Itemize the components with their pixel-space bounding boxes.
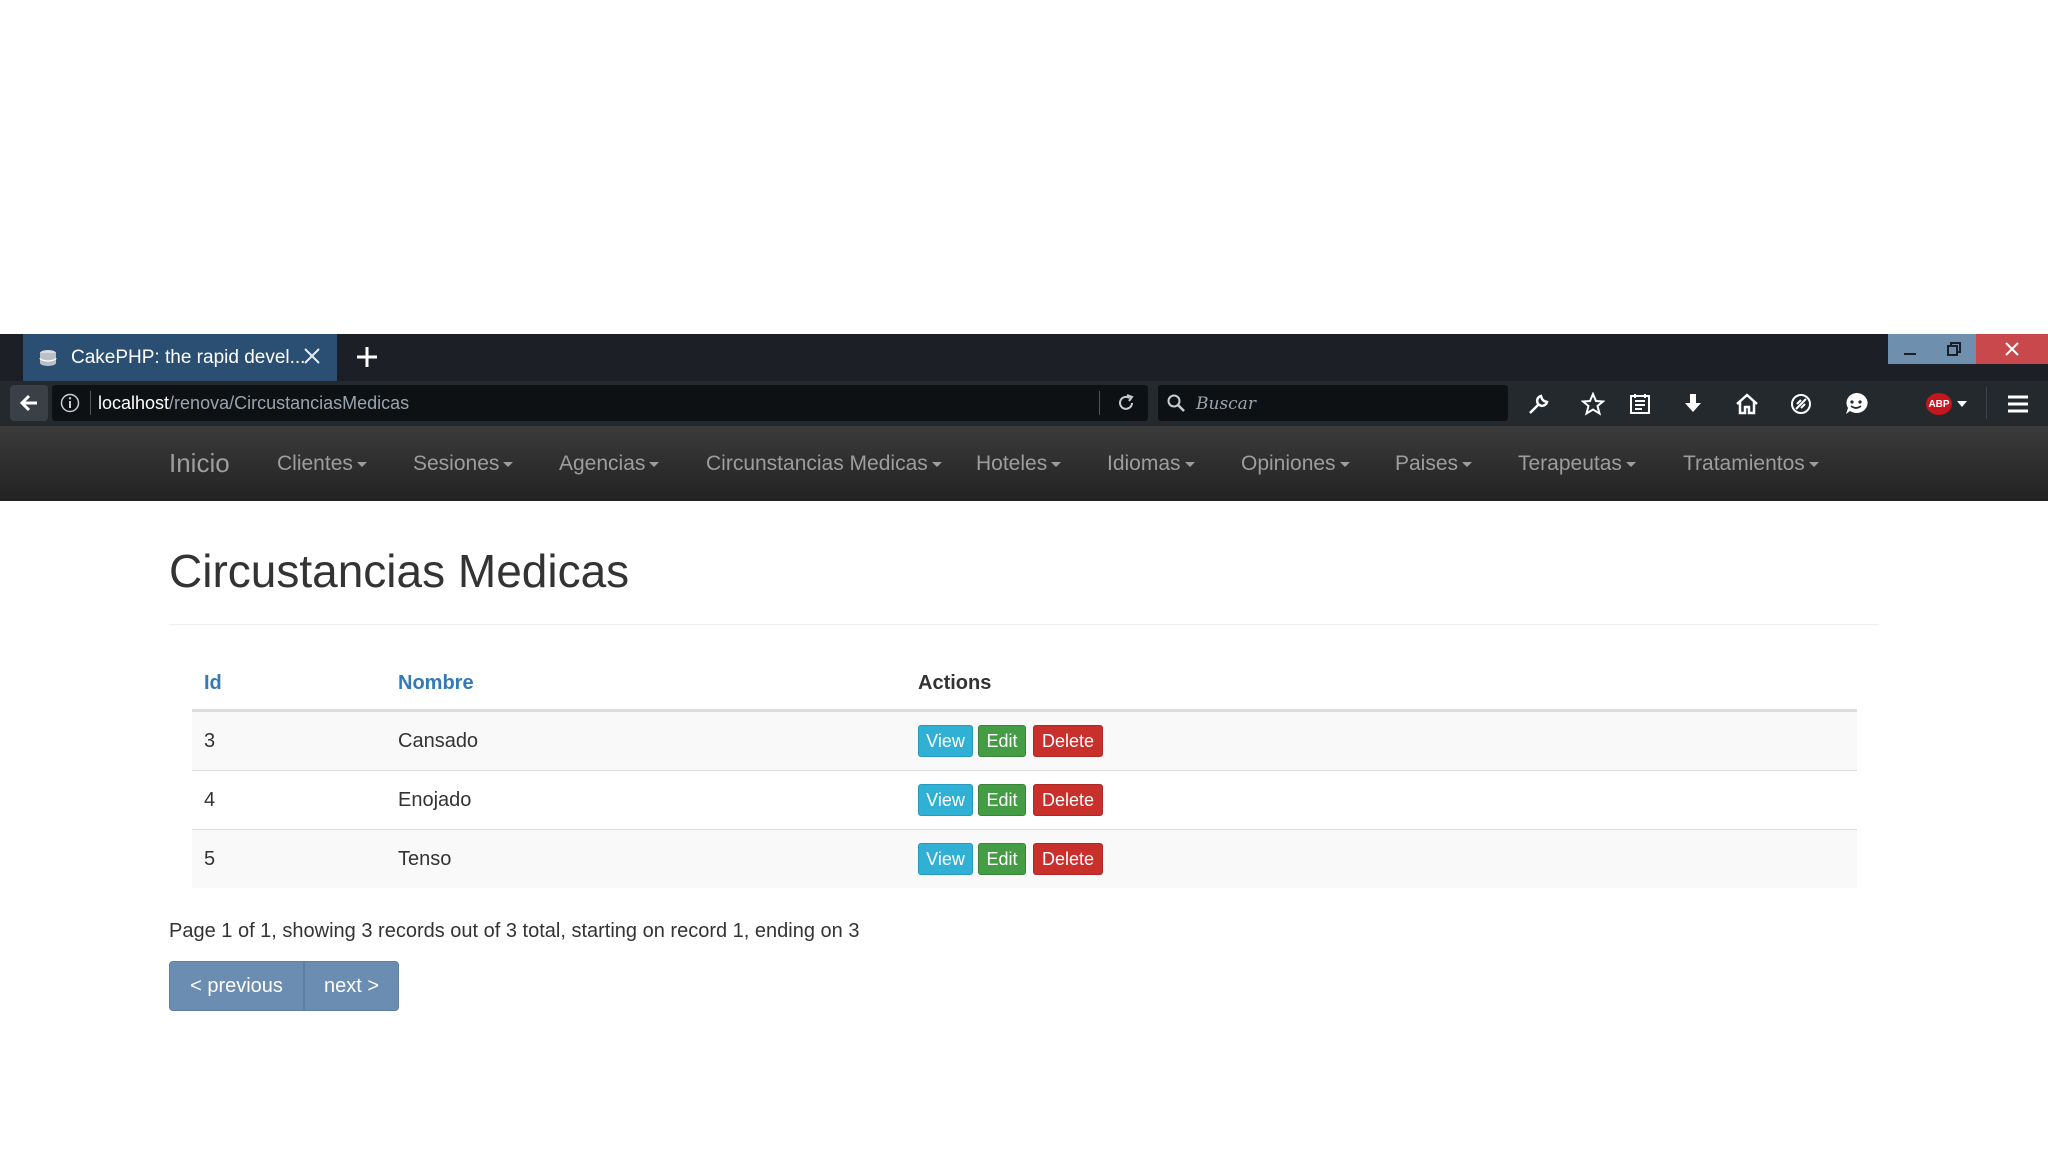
reading-list-icon[interactable] [1626,390,1654,418]
browser-toolbar: localhost/renova/CircustanciasMedicas Bu… [0,381,2048,426]
url-path: /renova/CircustanciasMedicas [169,393,410,413]
window-controls [1888,334,2048,364]
caret-down-icon [1625,461,1636,467]
restore-icon[interactable] [1932,334,1976,364]
view-button[interactable]: View [918,843,973,875]
nav-item-label: Opiniones [1241,452,1336,475]
caret-down-icon [356,461,367,467]
nav-item-sesiones[interactable]: Sesiones [413,452,514,476]
nav-item-agencias[interactable]: Agencias [559,452,660,476]
search-bar[interactable]: Buscar [1158,385,1508,421]
search-icon [1167,394,1185,412]
view-button[interactable]: View [918,784,973,816]
back-arrow-icon [19,394,37,412]
page-title: Circustancias Medicas [169,545,630,597]
new-tab-icon[interactable] [354,344,380,370]
table-row: 5 Tenso View Edit Delete [192,830,1857,888]
caret-down-icon [1184,461,1195,467]
row-id: 4 [204,789,216,811]
caret-down-icon [503,461,514,467]
records-table: Id Nombre Actions 3 Cansado View Edit De… [192,662,1857,888]
nav-item-label: Paises [1395,452,1459,475]
site-navbar: Inicio Clientes Sesiones Agencias Circun… [0,426,2048,501]
delete-button[interactable]: Delete [1033,725,1103,757]
row-nombre: Cansado [398,730,479,752]
browser-tab[interactable]: CakePHP: the rapid devel... [23,334,337,381]
nav-item-paises[interactable]: Paises [1395,452,1473,476]
caret-down-icon [1339,461,1350,467]
download-icon[interactable] [1679,390,1707,418]
edit-button[interactable]: Edit [978,725,1026,757]
pagination-info: Page 1 of 1, showing 3 records out of 3 … [169,920,860,942]
search-placeholder: Buscar [1196,394,1256,414]
next-page-button[interactable]: next > [304,961,399,1011]
address-bar[interactable]: localhost/renova/CircustanciasMedicas [52,385,1148,421]
nav-item-clientes[interactable]: Clientes [277,452,367,476]
nav-item-tratamientos[interactable]: Tratamientos [1683,452,1819,476]
caret-down-icon [649,461,660,467]
row-nombre: Enojado [398,789,472,811]
nav-item-terapeutas[interactable]: Terapeutas [1518,452,1636,476]
row-id: 5 [204,848,216,870]
home-icon[interactable] [1733,390,1761,418]
info-icon[interactable] [60,393,80,413]
sort-id-link[interactable]: Id [204,672,222,695]
tab-title: CakePHP: the rapid devel... [71,346,306,368]
caret-down-icon [931,461,942,467]
nav-item-label: Circunstancias Medicas [706,452,928,475]
table-row: 3 Cansado View Edit Delete [192,712,1857,771]
nav-item-label: Terapeutas [1518,452,1622,475]
address-separator [90,391,91,415]
nav-item-label: Clientes [277,452,353,475]
brand-link[interactable]: Inicio [169,448,230,479]
row-id: 3 [204,730,216,752]
delete-button[interactable]: Delete [1033,784,1103,816]
sync-icon[interactable] [1787,390,1815,418]
table-header: Id Nombre Actions [192,662,1857,712]
row-nombre: Tenso [398,848,452,870]
caret-down-icon [1051,461,1062,467]
hamburger-menu-icon[interactable] [2004,390,2032,418]
minimize-icon[interactable] [1888,334,1932,364]
delete-button[interactable]: Delete [1033,843,1103,875]
actions-header: Actions [918,672,992,694]
view-button[interactable]: View [918,725,973,757]
nav-item-hoteles[interactable]: Hoteles [976,452,1062,476]
table-row: 4 Enojado View Edit Delete [192,771,1857,830]
nav-item-label: Idiomas [1107,452,1181,475]
reload-icon[interactable] [1116,393,1136,413]
nav-item-label: Sesiones [413,452,500,475]
nav-item-label: Agencias [559,452,646,475]
edit-button[interactable]: Edit [978,843,1026,875]
url-host: localhost [98,393,170,413]
edit-button[interactable]: Edit [978,784,1026,816]
url-text[interactable]: localhost/renova/CircustanciasMedicas [98,393,409,414]
nav-item-circunstancias-medicas[interactable]: Circunstancias Medicas [706,452,942,476]
previous-page-button[interactable]: < previous [169,961,304,1011]
nav-item-idiomas[interactable]: Idiomas [1107,452,1195,476]
chat-smiley-icon[interactable] [1842,390,1870,418]
bookmark-star-icon[interactable] [1579,390,1607,418]
nav-item-label: Tratamientos [1683,452,1805,475]
browser-tab-bar: CakePHP: the rapid devel... [0,334,2048,381]
reload-separator [1099,391,1100,415]
cakephp-favicon-icon [39,349,57,366]
adblock-icon[interactable]: ABP [1926,393,1952,415]
pager: < previous next > [169,961,399,1011]
close-tab-icon[interactable] [301,345,323,367]
wrench-icon[interactable] [1525,390,1553,418]
caret-down-icon [1808,461,1819,467]
sort-nombre-link[interactable]: Nombre [398,672,474,695]
close-window-icon[interactable] [1976,334,2048,364]
nav-item-opiniones[interactable]: Opiniones [1241,452,1350,476]
nav-item-label: Hoteles [976,452,1048,475]
caret-down-icon [1462,461,1473,467]
back-button[interactable] [10,385,48,421]
title-divider [169,624,1879,625]
toolbar-separator [1986,387,1987,419]
adblock-dropdown-icon[interactable] [1957,401,1967,407]
